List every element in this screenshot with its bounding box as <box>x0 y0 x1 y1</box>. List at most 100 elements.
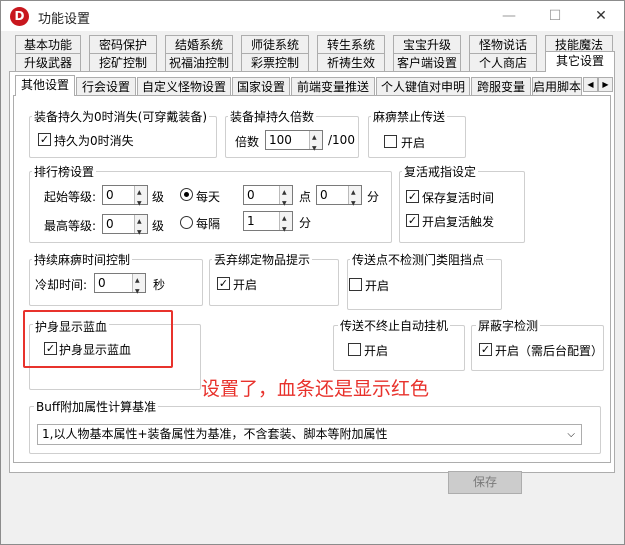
interval-unit: 分 <box>299 216 312 230</box>
auto-hang-checkbox[interactable] <box>348 343 361 356</box>
radio-daily[interactable] <box>180 188 193 201</box>
day-hour-spinner[interactable] <box>279 184 292 213</box>
app-window: D 功能设置 — ☐ ✕ 基本功能 密码保护 结婚系统 师徒系统 转生系统 宝宝… <box>0 0 625 545</box>
day-hour-value: 0 <box>247 188 255 202</box>
minute-input[interactable]: 0 <box>316 184 362 213</box>
cooldown-input[interactable]: 0 <box>94 272 146 301</box>
tab-mining[interactable]: 挖矿控制 <box>89 53 157 72</box>
radio-interval-label: 每隔 <box>196 217 221 231</box>
revive-save-label: 保存复活时间 <box>422 191 495 205</box>
buff-select-value: 1,以人物基本属性+装备属性为基准，不含套装、脚本等附加属性 <box>42 427 388 441</box>
teleport-block-checkbox[interactable] <box>349 278 362 291</box>
discard-bound-label: 开启 <box>233 278 258 292</box>
tab-pet-level[interactable]: 宝宝升级 <box>393 35 461 54</box>
max-level-label: 最高等级: <box>44 219 97 233</box>
day-hour-input[interactable]: 0 <box>243 184 293 213</box>
tab-client[interactable]: 客户端设置 <box>393 53 461 72</box>
tab-monster-talk[interactable]: 怪物说话 <box>469 35 537 54</box>
subtab-scroll-right[interactable]: ▶ <box>598 77 613 92</box>
group-mask-word-title: 屏蔽字检测 <box>476 317 541 334</box>
group-teleport-block-title: 传送点不检测门类阻挡点 <box>350 251 487 268</box>
close-button[interactable]: ✕ <box>578 1 624 31</box>
interval-input[interactable]: 1 <box>243 210 293 239</box>
start-level-input[interactable]: 0 <box>102 184 148 213</box>
annotation-text: 设置了，血条还是显示红色 <box>201 378 430 400</box>
paralysis-teleport-label: 开启 <box>401 136 426 150</box>
paralysis-teleport-checkbox[interactable] <box>384 135 397 148</box>
tab-basic[interactable]: 基本功能 <box>15 35 81 54</box>
subtab-cross-server[interactable]: 跨服变量 <box>471 77 531 96</box>
radio-daily-label: 每天 <box>196 190 221 204</box>
interval-value: 1 <box>247 214 255 228</box>
tab-reborn[interactable]: 转生系统 <box>317 35 385 54</box>
interval-spinner[interactable] <box>279 210 292 239</box>
discard-bound-checkbox[interactable]: ✓ <box>217 277 230 290</box>
start-level-label: 起始等级: <box>44 190 97 204</box>
group-drop-multiplier-title: 装备掉持久倍数 <box>228 108 317 125</box>
group-auto-hang-title: 传送不终止自动挂机 <box>338 317 451 334</box>
maximize-button[interactable]: ☐ <box>532 1 578 31</box>
subtab-kv-declare[interactable]: 个人键值对申明 <box>376 77 470 96</box>
buff-select[interactable]: 1,以人物基本属性+装备属性为基准，不含套装、脚本等附加属性 ⌵ <box>37 424 582 445</box>
cooldown-value: 0 <box>98 276 106 290</box>
tab-other-settings[interactable]: 其它设置 <box>545 51 615 72</box>
multiplier-label: 倍数 <box>235 135 260 149</box>
subtab-frontend-var[interactable]: 前端变量推送 <box>291 77 375 96</box>
minute-spinner[interactable] <box>348 184 361 213</box>
radio-interval[interactable] <box>180 216 193 229</box>
subtab-country[interactable]: 国家设置 <box>232 77 290 96</box>
multiplier-input[interactable]: 100 <box>265 129 323 158</box>
group-revive <box>399 171 525 243</box>
subtab-script[interactable]: 启用脚本 <box>532 77 582 96</box>
subtab-other[interactable]: 其他设置 <box>15 75 75 96</box>
cooldown-unit: 秒 <box>153 278 166 292</box>
group-discard-bound-title: 丢弃绑定物品提示 <box>212 251 313 268</box>
title-bar: D 功能设置 — ☐ ✕ <box>1 1 624 31</box>
group-paralysis-duration-title: 持续麻痹时间控制 <box>32 251 133 268</box>
window-title: 功能设置 <box>38 12 91 27</box>
revive-trigger-checkbox[interactable]: ✓ <box>406 214 419 227</box>
chevron-down-icon: ⌵ <box>567 429 575 440</box>
tab-pray[interactable]: 祈祷生效 <box>317 53 385 72</box>
red-highlight-box <box>23 310 173 368</box>
cooldown-spinner[interactable] <box>132 272 145 301</box>
max-level-spinner[interactable] <box>134 213 147 242</box>
app-logo-icon: D <box>10 7 29 26</box>
multiplier-spinner[interactable] <box>309 129 322 158</box>
minute-value: 0 <box>320 188 328 202</box>
multiplier-suffix: /100 <box>328 133 355 147</box>
start-level-value: 0 <box>106 188 114 202</box>
tab-bless-oil[interactable]: 祝福油控制 <box>165 53 233 72</box>
teleport-block-label: 开启 <box>365 279 390 293</box>
group-revive-title: 复活戒指设定 <box>402 163 479 180</box>
group-durability-title: 装备持久为0时消失(可穿戴装备) <box>32 108 209 125</box>
tab-personal-shop[interactable]: 个人商店 <box>469 53 537 72</box>
max-level-unit: 级 <box>152 219 165 233</box>
subtab-custom-monster[interactable]: 自定义怪物设置 <box>137 77 231 96</box>
cooldown-label: 冷却时间: <box>35 278 88 292</box>
group-paralysis-teleport-title: 麻痹禁止传送 <box>371 108 448 125</box>
point-label: 点 <box>299 190 312 204</box>
subtab-scroll-left[interactable]: ◀ <box>583 77 598 92</box>
tab-master[interactable]: 师徒系统 <box>241 35 309 54</box>
tab-password[interactable]: 密码保护 <box>89 35 157 54</box>
subtab-guild[interactable]: 行会设置 <box>76 77 136 96</box>
minimize-button[interactable]: — <box>486 1 532 31</box>
tab-upgrade-weapon[interactable]: 升级武器 <box>15 53 81 72</box>
durability-label: 持久为0时消失 <box>54 134 134 148</box>
group-buff-title: Buff附加属性计算基准 <box>34 398 159 415</box>
revive-save-checkbox[interactable]: ✓ <box>406 190 419 203</box>
minute-label: 分 <box>367 190 380 204</box>
tab-marriage[interactable]: 结婚系统 <box>165 35 233 54</box>
auto-hang-label: 开启 <box>364 344 389 358</box>
multiplier-value: 100 <box>269 133 292 147</box>
revive-trigger-label: 开启复活触发 <box>422 215 495 229</box>
tab-lottery[interactable]: 彩票控制 <box>241 53 309 72</box>
start-level-spinner[interactable] <box>134 184 147 213</box>
save-button[interactable]: 保存 <box>448 471 522 494</box>
mask-word-label: 开启（需后台配置） <box>495 344 604 358</box>
durability-checkbox[interactable]: ✓ <box>38 133 51 146</box>
start-level-unit: 级 <box>152 190 165 204</box>
max-level-input[interactable]: 0 <box>102 213 148 242</box>
mask-word-checkbox[interactable]: ✓ <box>479 343 492 356</box>
